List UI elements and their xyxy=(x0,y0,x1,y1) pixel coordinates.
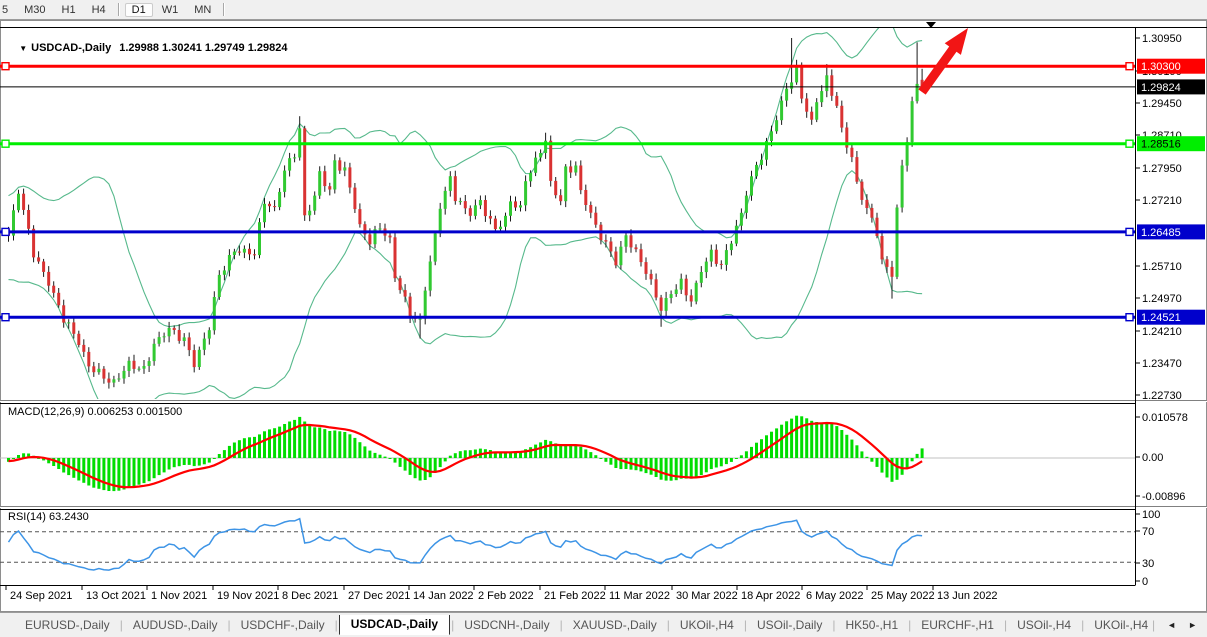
svg-text:1.26485: 1.26485 xyxy=(1141,227,1181,239)
date-tick-label: 24 Sep 2021 xyxy=(10,590,72,602)
candle xyxy=(901,160,904,213)
line-handle[interactable] xyxy=(2,228,9,235)
price-tick-label: 1.25710 xyxy=(1142,261,1182,273)
date-tick-label: 25 May 2022 xyxy=(871,590,935,602)
line-handle[interactable] xyxy=(2,140,9,147)
price-tick-label: 1.30950 xyxy=(1142,33,1182,45)
price-badge-1.24521: 1.24521 xyxy=(1137,310,1205,325)
symbol-tab-bar: EURUSD-,Daily|AUDUSD-,Daily|USDCHF-,Dail… xyxy=(0,612,1207,637)
chart-symbol-label: USDCAD-,Daily xyxy=(31,42,111,54)
timeframe-toolbar: 5M30H1H4 D1W1MN xyxy=(0,0,1207,20)
price-tick-label: 1.23470 xyxy=(1142,358,1182,370)
tab-eurusd-daily[interactable]: EURUSD-,Daily xyxy=(16,615,119,635)
macd-axis-label: 0.010578 xyxy=(1142,412,1188,424)
rsi-axis-label: 30 xyxy=(1142,558,1154,570)
timeframe-button-w1[interactable]: W1 xyxy=(155,3,186,17)
line-handle[interactable] xyxy=(1126,63,1133,70)
candle xyxy=(303,126,306,221)
svg-text:1.28516: 1.28516 xyxy=(1141,139,1181,151)
candle xyxy=(198,347,201,370)
macd-indicator-label: MACD(12,26,9) 0.006253 0.001500 xyxy=(8,406,182,418)
candle xyxy=(429,256,432,297)
date-tick-label: 13 Oct 2021 xyxy=(86,590,146,602)
tab-scroll-left-icon[interactable]: ◄ xyxy=(1167,620,1176,630)
timeframe-button-h4[interactable]: H4 xyxy=(85,3,113,17)
svg-text:1.24521: 1.24521 xyxy=(1141,312,1181,324)
tab-hk50-h1[interactable]: HK50-,H1 xyxy=(836,615,907,635)
toolbar-separator xyxy=(223,3,225,16)
timeframe-button-h1[interactable]: H1 xyxy=(55,3,83,17)
symbol-tabs: EURUSD-,Daily|AUDUSD-,Daily|USDCHF-,Dail… xyxy=(0,615,1152,635)
price-badge-1.26485: 1.26485 xyxy=(1137,224,1205,239)
date-tick-label: 1 Nov 2021 xyxy=(151,590,207,602)
chart-window: 1.309501.301901.294501.287101.279501.272… xyxy=(0,20,1207,612)
toolbar-separator xyxy=(118,3,120,16)
tab-usdchf-daily[interactable]: USDCHF-,Daily xyxy=(232,615,334,635)
price-tick-label: 1.29450 xyxy=(1142,98,1182,110)
candle xyxy=(258,218,261,258)
candle xyxy=(394,231,397,282)
candle xyxy=(564,164,567,207)
candle xyxy=(213,291,216,334)
date-tick-label: 11 Mar 2022 xyxy=(609,590,670,602)
macd-axis-label: 0.00 xyxy=(1142,452,1163,464)
timeframe-button-m30[interactable]: M30 xyxy=(17,3,52,17)
line-handle[interactable] xyxy=(1126,140,1133,147)
tab-scroll-divider: | xyxy=(1152,618,1155,632)
candle xyxy=(434,231,437,265)
chart-title: ▼ USDCAD-,Daily 1.29988 1.30241 1.29749 1.… xyxy=(7,30,287,66)
tab-usdcnh-daily[interactable]: USDCNH-,Daily xyxy=(455,615,558,635)
timeframe-button-5[interactable]: 5 xyxy=(0,3,15,17)
candle xyxy=(896,205,899,280)
tab-eurchf-h1[interactable]: EURCHF-,H1 xyxy=(912,615,1003,635)
date-tick-label: 14 Jan 2022 xyxy=(413,590,474,602)
date-tick-label: 8 Dec 2021 xyxy=(282,590,338,602)
price-tick-label: 1.22730 xyxy=(1142,390,1182,402)
price-badge-1.29824: 1.29824 xyxy=(1137,79,1205,94)
price-tick-label: 1.24970 xyxy=(1142,293,1182,305)
tab-usoil-h4[interactable]: USOil-,H4 xyxy=(1008,615,1080,635)
price-tick-label: 1.27950 xyxy=(1142,163,1182,175)
line-handle[interactable] xyxy=(1126,314,1133,321)
macd-axis-label: -0.00896 xyxy=(1142,491,1185,503)
tab-separator: | xyxy=(334,618,339,632)
timeframe-button-d1[interactable]: D1 xyxy=(125,3,153,17)
rsi-axis-label: 70 xyxy=(1142,526,1154,538)
tab-usdcad-daily[interactable]: USDCAD-,Daily xyxy=(339,615,450,635)
svg-text:1.29824: 1.29824 xyxy=(1141,82,1181,94)
tab-ukoil-h4[interactable]: UKOil-,H4 xyxy=(671,615,743,635)
candle xyxy=(911,97,914,147)
tab-ukoil-h4[interactable]: UKOil-,H4 xyxy=(1085,615,1152,635)
line-handle[interactable] xyxy=(1126,228,1133,235)
chart-ohlc-values: 1.29988 1.30241 1.29749 1.29824 xyxy=(119,42,287,54)
tab-scroll-right-icon[interactable]: ► xyxy=(1188,620,1197,630)
tab-audusd-daily[interactable]: AUDUSD-,Daily xyxy=(124,615,227,635)
timeframe-button-mn[interactable]: MN xyxy=(187,3,218,17)
date-tick-label: 2 Feb 2022 xyxy=(478,590,534,602)
line-handle[interactable] xyxy=(2,314,9,321)
candle xyxy=(695,281,698,305)
date-tick-label: 6 May 2022 xyxy=(806,590,863,602)
date-tick-label: 30 Mar 2022 xyxy=(676,590,738,602)
tab-scroll-controls: | ◄ ► xyxy=(1152,618,1207,632)
date-tick-label: 13 Jun 2022 xyxy=(937,590,998,602)
rsi-axis-label: 100 xyxy=(1142,509,1160,521)
price-tick-label: 1.27210 xyxy=(1142,195,1182,207)
candle xyxy=(800,62,803,103)
price-badge-1.28516: 1.28516 xyxy=(1137,136,1205,151)
rsi-indicator-label: RSI(14) 63.2430 xyxy=(8,511,89,523)
chart-dropdown-icon[interactable]: ▼ xyxy=(19,44,27,53)
svg-text:1.30300: 1.30300 xyxy=(1141,61,1181,73)
date-tick-label: 27 Dec 2021 xyxy=(348,590,410,602)
date-tick-label: 19 Nov 2021 xyxy=(217,590,279,602)
rsi-axis-label: 0 xyxy=(1142,576,1148,588)
tab-usoil-daily[interactable]: USOil-,Daily xyxy=(748,615,831,635)
price-tick-label: 1.24210 xyxy=(1142,326,1182,338)
date-tick-label: 18 Apr 2022 xyxy=(741,590,800,602)
date-tick-label: 21 Feb 2022 xyxy=(544,590,606,602)
tab-xauusd-daily[interactable]: XAUUSD-,Daily xyxy=(564,615,666,635)
price-badge-1.30300: 1.30300 xyxy=(1137,59,1205,74)
